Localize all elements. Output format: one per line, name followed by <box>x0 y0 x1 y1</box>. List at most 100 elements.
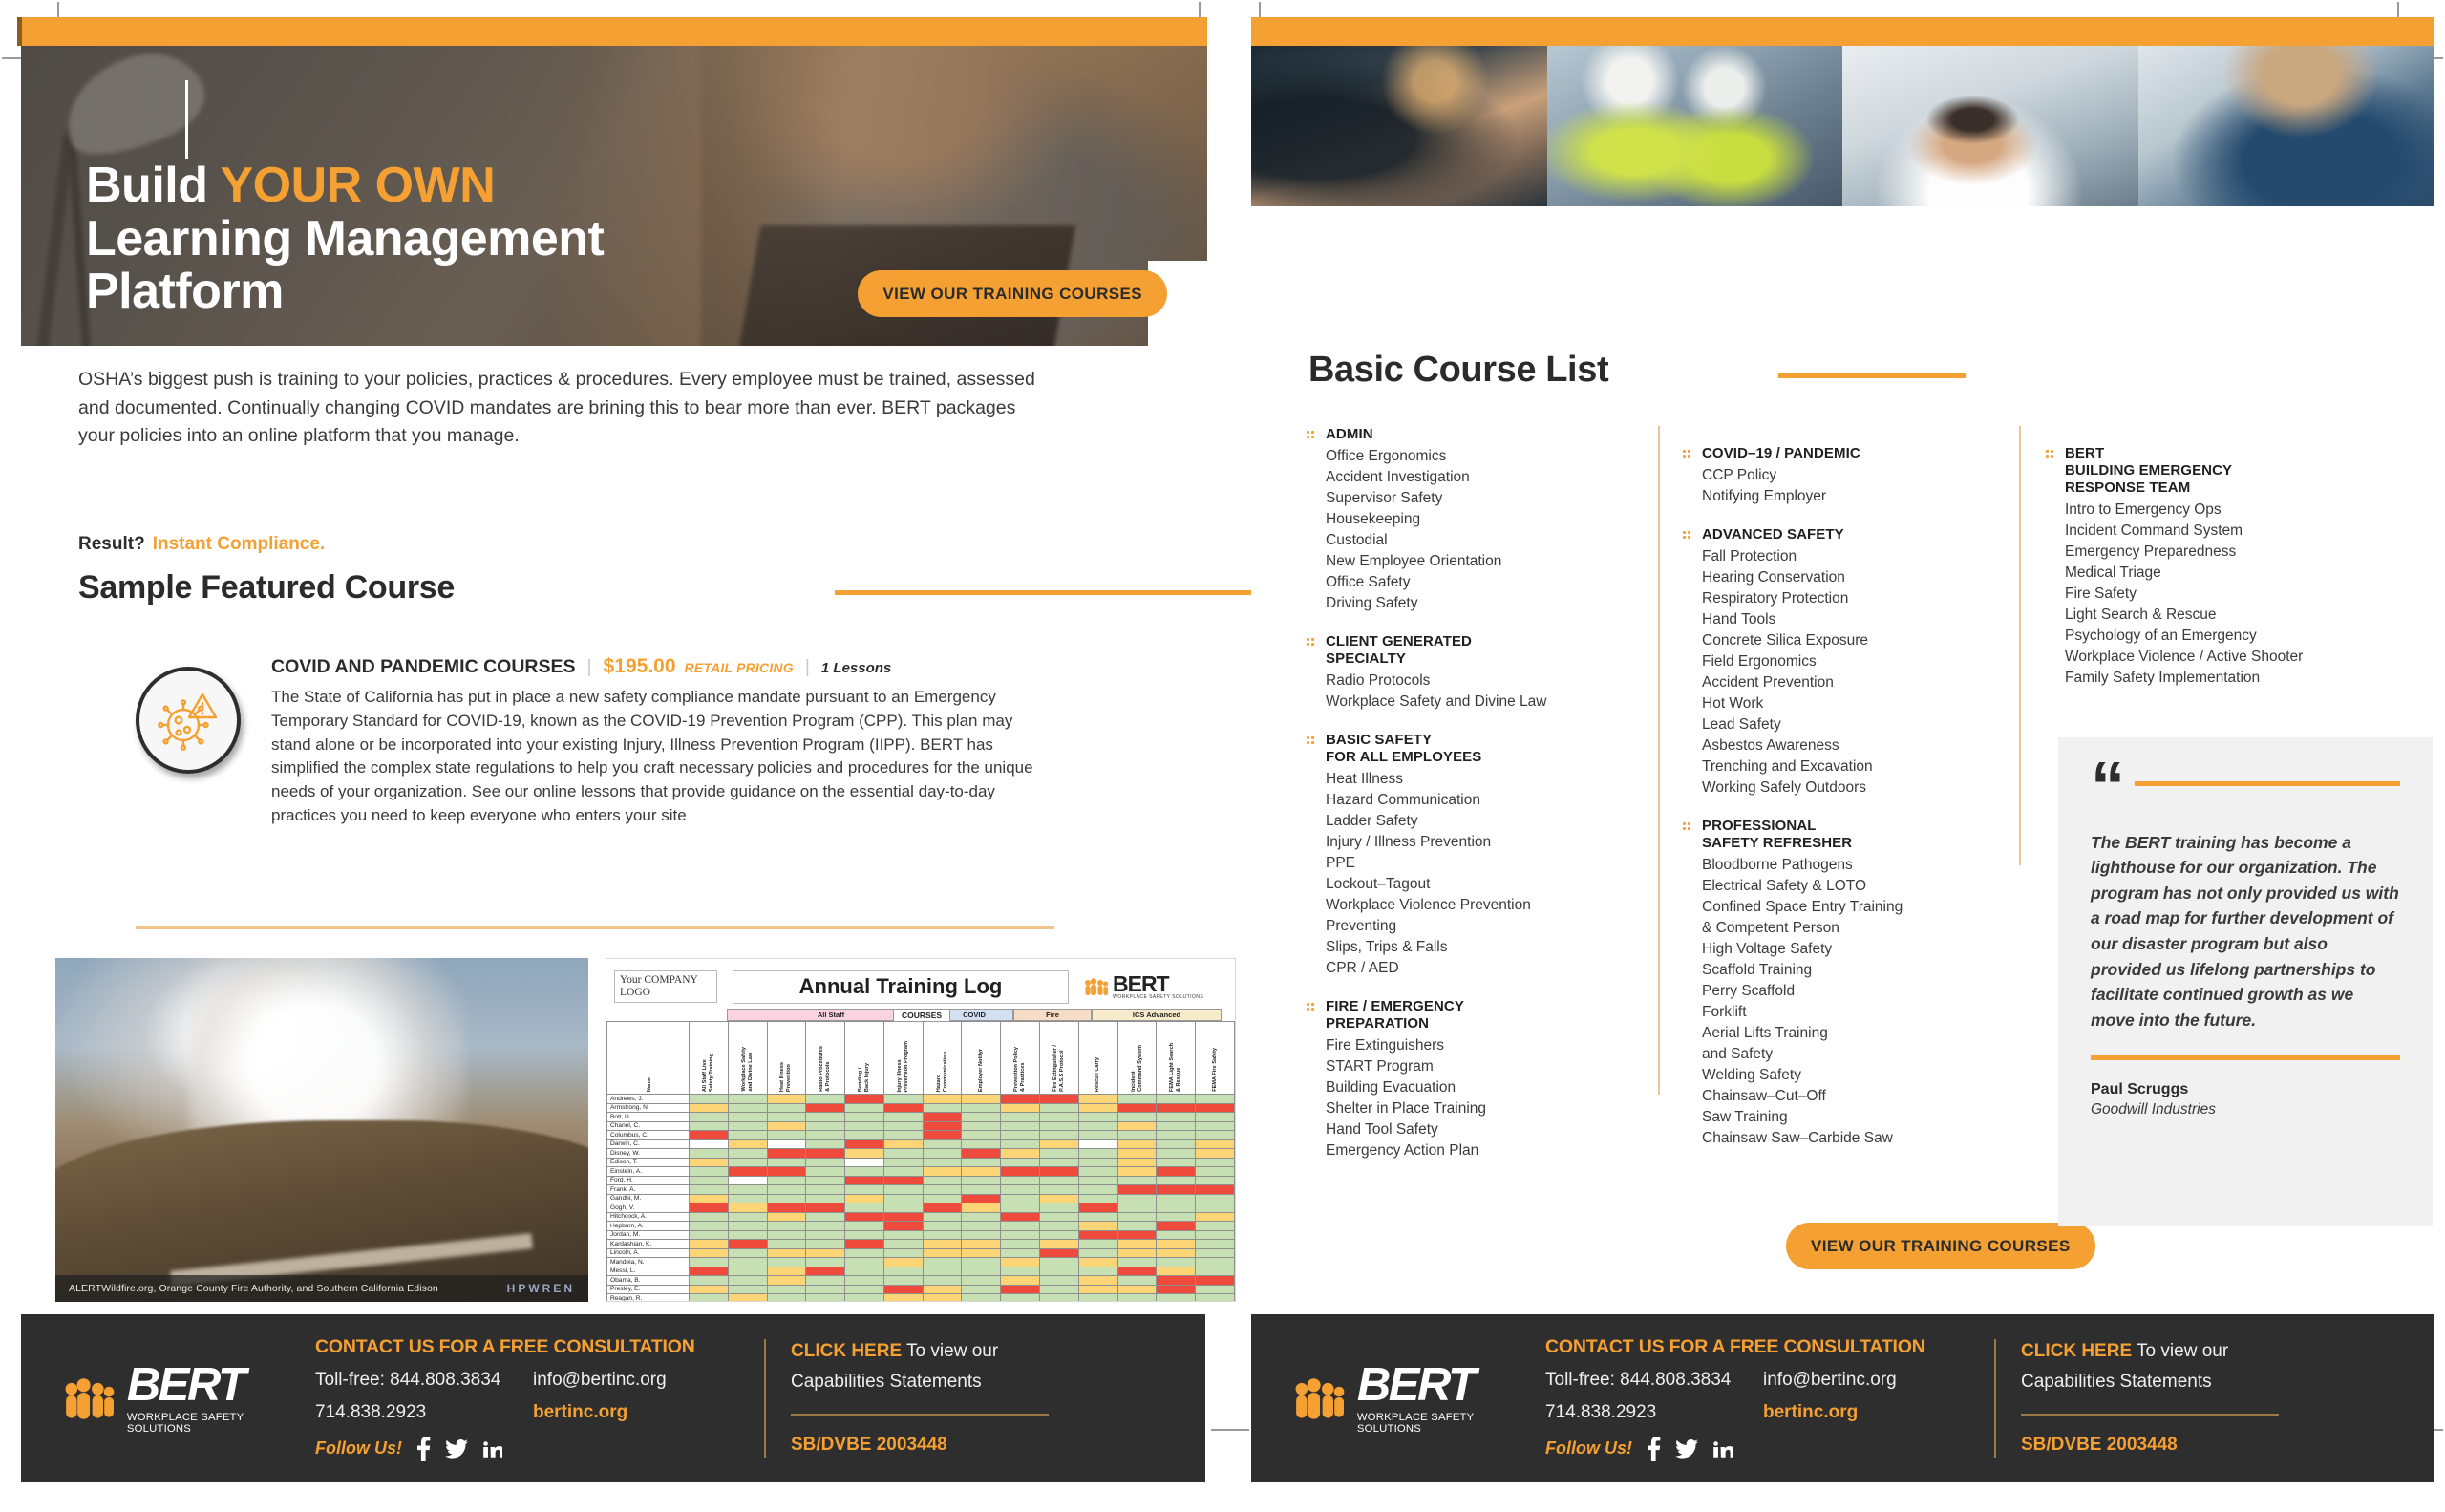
training-status-cell <box>882 1293 924 1301</box>
training-status-cell <box>882 1148 924 1159</box>
course-item[interactable]: Trenching and Excavation <box>1702 756 1873 777</box>
course-item[interactable]: Forklift <box>1702 1002 1903 1023</box>
course-item[interactable]: Light Search & Rescue <box>2065 605 2303 626</box>
course-item[interactable]: Slips, Trips & Falls <box>1326 937 1531 958</box>
course-item[interactable]: CCP Policy <box>1702 465 1860 486</box>
course-item[interactable]: Preventing <box>1326 916 1531 937</box>
twitter-icon[interactable] <box>1675 1438 1698 1459</box>
training-status-cell <box>1195 1293 1235 1301</box>
course-item[interactable]: Fire Extinguishers <box>1326 1035 1486 1056</box>
course-item[interactable]: Hazard Communication <box>1326 790 1531 811</box>
footer-website[interactable]: bertinc.org <box>1763 1402 1973 1423</box>
course-item[interactable]: Working Safely Outdoors <box>1702 777 1873 799</box>
course-item[interactable]: Respiratory Protection <box>1702 588 1873 609</box>
course-item[interactable]: Office Safety <box>1326 572 1501 593</box>
click-here-link[interactable]: CLICK HERE <box>2021 1341 2132 1361</box>
course-item[interactable]: Shelter in Place Training <box>1326 1098 1486 1119</box>
course-item[interactable]: Chainsaw–Cut–Off Saw Training <box>1702 1086 1903 1128</box>
course-item[interactable]: Perry Scaffold <box>1702 981 1903 1002</box>
course-item[interactable]: Hand Tool Safety <box>1326 1119 1486 1140</box>
click-here-line[interactable]: CLICK HERE To view our <box>791 1341 1106 1362</box>
footer-email[interactable]: info@bertinc.org <box>533 1370 743 1391</box>
course-item[interactable]: START Program <box>1326 1056 1486 1077</box>
course-item[interactable]: Radio Protocols <box>1326 671 1546 692</box>
footer-contact: CONTACT US FOR A FREE CONSULTATION Toll-… <box>308 1336 756 1461</box>
training-status-cell <box>844 1094 884 1104</box>
course-item[interactable]: Hand Tools <box>1702 609 1873 630</box>
course-item[interactable]: Asbestos Awareness <box>1702 735 1873 756</box>
footer-tollfree[interactable]: Toll-free: 844.808.3834 <box>315 1370 533 1391</box>
course-item[interactable]: Intro to Emergency Ops <box>2065 500 2303 521</box>
training-status-cell <box>1195 1239 1235 1249</box>
course-item[interactable]: High Voltage Safety <box>1702 939 1903 960</box>
footer-phone[interactable]: 714.838.2923 <box>315 1402 533 1423</box>
course-item[interactable]: Housekeeping <box>1326 509 1501 530</box>
click-here-line[interactable]: CLICK HERE To view our <box>2021 1341 2336 1362</box>
course-item[interactable]: Electrical Safety & LOTO <box>1702 876 1903 897</box>
course-item[interactable]: Lead Safety <box>1702 714 1873 735</box>
footer-website[interactable]: bertinc.org <box>533 1402 743 1423</box>
course-item[interactable]: Confined Space Entry Training & Competen… <box>1702 897 1903 939</box>
training-status-cell <box>844 1175 884 1185</box>
course-item[interactable]: Workplace Safety and Divine Law <box>1326 692 1546 713</box>
course-item[interactable]: Fire Safety <box>2065 584 2303 605</box>
column-divider <box>1658 426 1660 1095</box>
course-item[interactable]: Ladder Safety <box>1326 811 1531 832</box>
course-item[interactable]: Driving Safety <box>1326 593 1501 614</box>
training-status-cell <box>1156 1211 1197 1222</box>
course-item[interactable]: Workplace Violence / Active Shooter <box>2065 647 2303 668</box>
training-status-cell <box>727 1102 768 1113</box>
course-item[interactable]: Fall Protection <box>1702 546 1873 567</box>
course-item[interactable]: CPR / AED <box>1326 958 1531 979</box>
course-item[interactable]: Building Evacuation <box>1326 1077 1486 1098</box>
bert-wordmark: BERT <box>126 1359 246 1412</box>
course-item[interactable]: Accident Investigation <box>1326 467 1501 488</box>
course-item[interactable]: Field Ergonomics <box>1702 651 1873 672</box>
course-item[interactable]: Office Ergonomics <box>1326 446 1501 467</box>
training-status-cell <box>1077 1184 1118 1195</box>
course-item[interactable]: Heat Illness <box>1326 769 1531 790</box>
facebook-icon[interactable] <box>415 1436 432 1461</box>
footer-email[interactable]: info@bertinc.org <box>1763 1370 1973 1391</box>
course-item[interactable]: Emergency Preparedness <box>2065 542 2303 563</box>
footer-follow: Follow Us! <box>1545 1436 1987 1461</box>
course-item[interactable]: Scaffold Training <box>1702 960 1903 981</box>
course-item[interactable]: Chainsaw Saw–Carbide Saw <box>1702 1128 1903 1149</box>
course-item[interactable]: Aerial Lifts Training and Safety <box>1702 1023 1903 1065</box>
course-item[interactable]: Hearing Conservation <box>1702 567 1873 588</box>
course-item[interactable]: Medical Triage <box>2065 563 2303 584</box>
course-item[interactable]: Notifying Employer <box>1702 486 1860 507</box>
course-item[interactable]: Incident Command System <box>2065 521 2303 542</box>
course-item[interactable]: Welding Safety <box>1702 1065 1903 1086</box>
twitter-icon[interactable] <box>445 1438 468 1459</box>
course-item[interactable]: Lockout–Tagout <box>1326 874 1531 895</box>
view-training-courses-button-right[interactable]: VIEW OUR TRAINING COURSES <box>1786 1223 2095 1269</box>
training-log-column-header: Radio Procedures & Protocols <box>805 1021 846 1095</box>
training-status-cell <box>1039 1293 1079 1301</box>
footer-phone[interactable]: 714.838.2923 <box>1545 1402 1763 1423</box>
course-item[interactable]: Family Safety Implementation <box>2065 668 2303 689</box>
course-item[interactable]: Emergency Action Plan <box>1326 1140 1486 1161</box>
course-item[interactable]: Hot Work <box>1702 693 1873 714</box>
training-status-cell <box>1000 1102 1041 1113</box>
course-item[interactable]: Accident Prevention <box>1702 672 1873 693</box>
view-training-courses-button[interactable]: VIEW OUR TRAINING COURSES <box>858 270 1167 317</box>
linkedin-icon[interactable] <box>1712 1438 1733 1459</box>
training-status-cell <box>1116 1239 1158 1249</box>
annual-training-log: Your COMPANY LOGO Annual Training Log BE… <box>606 958 1236 1302</box>
course-item[interactable]: Custodial <box>1326 530 1501 551</box>
course-item[interactable]: Concrete Silica Exposure <box>1702 630 1873 651</box>
course-item[interactable]: PPE <box>1326 853 1531 874</box>
course-item[interactable]: New Employee Orientation <box>1326 551 1501 572</box>
facebook-icon[interactable] <box>1646 1436 1662 1461</box>
training-status-cell <box>689 1094 729 1104</box>
click-here-link[interactable]: CLICK HERE <box>791 1341 902 1361</box>
footer-tollfree[interactable]: Toll-free: 844.808.3834 <box>1545 1370 1763 1391</box>
course-item[interactable]: Supervisor Safety <box>1326 488 1501 509</box>
course-item[interactable]: Workplace Violence Prevention <box>1326 895 1531 916</box>
course-item[interactable]: Bloodborne Pathogens <box>1702 855 1903 876</box>
linkedin-icon[interactable] <box>481 1438 502 1459</box>
course-item[interactable]: Injury / Illness Prevention <box>1326 832 1531 853</box>
training-status-cell <box>922 1139 963 1149</box>
course-item[interactable]: Psychology of an Emergency <box>2065 626 2303 647</box>
